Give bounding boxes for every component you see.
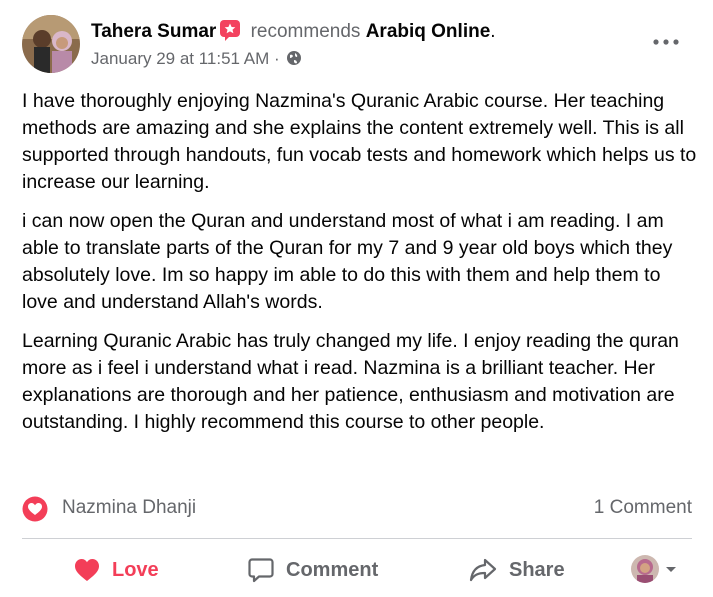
author-avatar[interactable] — [22, 15, 80, 73]
share-arrow-icon — [469, 558, 497, 582]
heart-icon — [75, 559, 99, 581]
more-options-button[interactable] — [650, 30, 682, 54]
user-avatar — [631, 555, 659, 583]
share-button[interactable]: Share — [469, 552, 565, 588]
post-header-line: Tahera Sumar recommends Arabiq Online. — [91, 19, 496, 44]
globe-icon — [286, 50, 302, 66]
comment-count-link[interactable]: 1 Comment — [594, 497, 692, 519]
reactions-summary: Nazmina Dhanji 1 Comment — [22, 495, 692, 522]
recommendation-badge-icon — [219, 19, 241, 41]
chevron-down-icon — [666, 567, 676, 572]
comment-button[interactable]: Comment — [248, 552, 378, 588]
title-period: . — [490, 21, 496, 42]
comment-button-label: Comment — [286, 558, 379, 581]
meta-separator: · — [274, 49, 280, 68]
reactor-name[interactable]: Nazmina Dhanji — [62, 497, 196, 519]
post-body: I have thoroughly enjoying Nazmina's Qur… — [22, 88, 697, 448]
reaction-identity-selector[interactable] — [631, 554, 683, 584]
more-dots-icon — [653, 39, 679, 45]
post-paragraph: I have thoroughly enjoying Nazmina's Qur… — [22, 90, 697, 193]
post-paragraph: i can now open the Quran and understand … — [22, 210, 673, 313]
post-timestamp[interactable]: January 29 at 11:51 AM — [91, 49, 269, 68]
share-button-label: Share — [509, 558, 565, 581]
recommends-label: recommends — [250, 21, 361, 42]
page-name-link[interactable]: Arabiq Online — [366, 21, 491, 42]
comment-bubble-icon — [248, 558, 274, 583]
love-button[interactable]: Love — [74, 552, 159, 588]
post-card: Tahera Sumar recommends Arabiq Online. J… — [0, 0, 713, 597]
post-paragraph: Learning Quranic Arabic has truly change… — [22, 330, 679, 433]
actions-divider — [22, 538, 692, 539]
author-name[interactable]: Tahera Sumar — [91, 21, 216, 42]
love-reaction-icon[interactable] — [22, 496, 48, 522]
post-meta: January 29 at 11:51 AM · — [91, 48, 302, 70]
love-button-label: Love — [112, 558, 159, 581]
